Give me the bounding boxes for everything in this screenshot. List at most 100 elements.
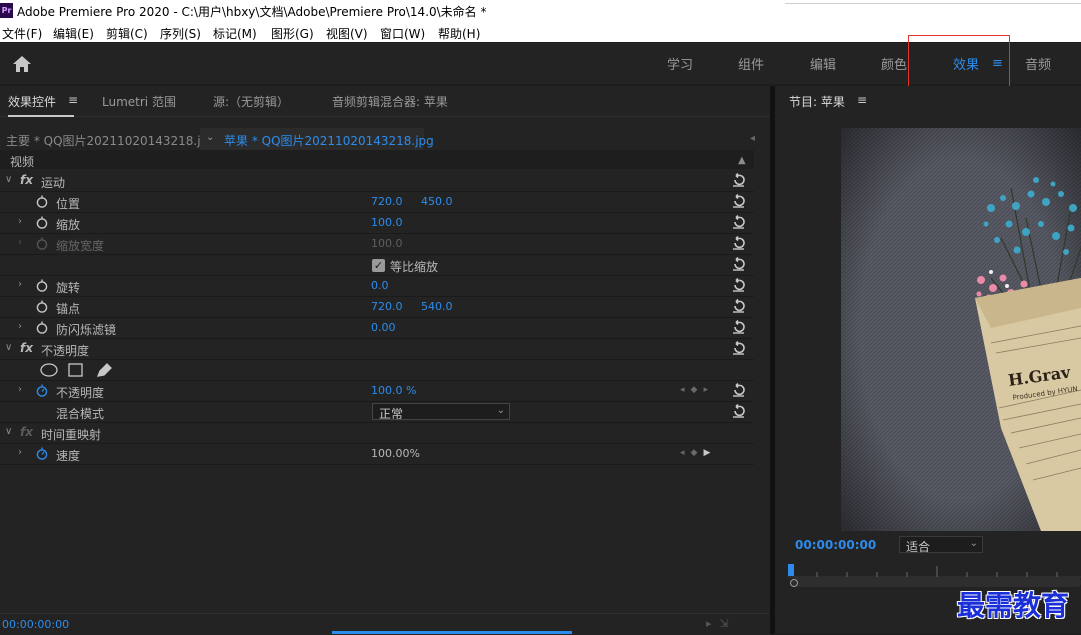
fit-zoom-dropdown[interactable]: 适合 ⌄ (899, 536, 983, 554)
menu-help[interactable]: 帮助(H) (438, 25, 480, 42)
monitor-menu-icon[interactable]: ≡ (857, 93, 867, 107)
anti-flicker-value[interactable]: 0.00 (371, 321, 396, 334)
anchor-y-value[interactable]: 540.0 (421, 300, 453, 313)
property-anti-flicker-row: › 防闪烁滤镜 0.00 (0, 318, 754, 339)
program-monitor-viewer[interactable]: H.Grav Produced by HYUN (841, 128, 1081, 531)
reset-icon[interactable] (732, 257, 745, 271)
tab-source[interactable]: 源:（无剪辑） (213, 93, 289, 110)
window-title: Adobe Premiere Pro 2020 - C:\用户\hbxy\文档\… (17, 5, 487, 19)
stopwatch-icon[interactable] (36, 279, 48, 292)
effect-opacity-row[interactable]: ∨ fx 不透明度 (0, 339, 754, 360)
collapse-chevron-icon[interactable]: ∨ (5, 342, 12, 353)
uniform-scale-checkbox[interactable]: ✓ (372, 259, 385, 272)
property-position-row: 位置 720.0 450.0 (0, 192, 754, 213)
opacity-value[interactable]: 100.0 % (371, 384, 416, 397)
stopwatch-icon[interactable] (36, 321, 48, 334)
tab-audio-clip-mixer[interactable]: 音频剪辑混合器: 苹果 (332, 93, 448, 110)
sequence-clip-label[interactable]: 苹果 * QQ图片20211020143218.jpg (224, 132, 434, 149)
program-timecode[interactable]: 00:00:00:00 (795, 538, 876, 552)
keyframe-navigator[interactable]: ◂◆▶ (680, 448, 716, 458)
speed-value[interactable]: 100.00% (371, 447, 420, 460)
rotation-value[interactable]: 0.0 (371, 279, 389, 292)
reset-icon[interactable] (732, 278, 745, 292)
playhead-marker[interactable] (788, 564, 794, 576)
expand-chevron-icon[interactable]: › (18, 279, 22, 290)
master-clip-label[interactable]: 主要 * QQ图片20211020143218.jpg (6, 132, 216, 149)
chevron-down-icon[interactable]: ⌄ (206, 132, 214, 143)
menu-clip[interactable]: 剪辑(C) (106, 25, 148, 42)
scrollbar-handle[interactable] (790, 579, 798, 587)
expand-chevron-icon[interactable]: › (18, 321, 22, 332)
position-y-value[interactable]: 450.0 (421, 195, 453, 208)
ellipse-mask-icon (40, 363, 58, 377)
reset-icon[interactable] (732, 299, 745, 313)
reset-icon[interactable] (732, 194, 745, 208)
property-scale-row: › 缩放 100.0 (0, 213, 754, 234)
workspace-tab-assembly[interactable]: 组件 (738, 54, 764, 73)
property-opacity-row: › 不透明度 100.0 % ◂◆▸ (0, 381, 754, 402)
workspace-tab-learn[interactable]: 学习 (667, 54, 693, 73)
workspace-tab-editing[interactable]: 编辑 (810, 54, 836, 73)
menu-sequence[interactable]: 序列(S) (160, 25, 201, 42)
expand-chevron-icon[interactable]: › (18, 447, 22, 458)
reset-icon[interactable] (732, 215, 745, 229)
home-icon[interactable] (12, 55, 32, 73)
stopwatch-icon[interactable] (36, 384, 48, 397)
anchor-x-value[interactable]: 720.0 (371, 300, 403, 313)
property-scale-width-row: › 缩放宽度 100.0 (0, 234, 754, 255)
footer-icons[interactable]: ▸⇲ (706, 617, 737, 630)
timeline-toggle-icon[interactable]: ◂ (750, 133, 755, 144)
expand-chevron-icon[interactable]: › (18, 216, 22, 227)
reset-icon[interactable] (732, 320, 745, 334)
property-rotation-label: 旋转 (56, 281, 81, 295)
workspace-tab-color[interactable]: 颜色 (881, 54, 907, 73)
tab-menu-icon[interactable]: ≡ (68, 93, 78, 107)
scale-value[interactable]: 100.0 (371, 216, 403, 229)
blend-mode-value: 正常 (379, 407, 404, 421)
stopwatch-icon[interactable] (36, 447, 48, 460)
stopwatch-icon[interactable] (36, 216, 48, 229)
fit-zoom-value: 适合 (906, 540, 931, 554)
monitor-time-ruler[interactable] (787, 564, 1081, 578)
property-anchor-label: 锚点 (56, 302, 81, 316)
effect-time-remap-row[interactable]: ∨ fx 时间重映射 (0, 423, 754, 444)
property-position-label: 位置 (56, 197, 81, 211)
property-anti-flicker-label: 防闪烁滤镜 (56, 323, 117, 337)
premiere-app-icon: Pr (0, 3, 13, 18)
property-blend-mode-row: 混合模式 正常 ⌄ (0, 402, 754, 423)
reset-icon[interactable] (732, 173, 745, 187)
title-bar: Pr Adobe Premiere Pro 2020 - C:\用户\hbxy\… (0, 0, 1081, 23)
reset-icon[interactable] (732, 236, 745, 250)
position-x-value[interactable]: 720.0 (371, 195, 403, 208)
property-opacity-label: 不透明度 (56, 386, 105, 400)
collapse-chevron-icon[interactable]: ∨ (5, 426, 12, 437)
workspace-tab-audio[interactable]: 音频 (1025, 54, 1051, 73)
mask-tools-row (0, 360, 754, 381)
scroll-up-arrow-icon[interactable]: ▲ (738, 155, 746, 166)
menu-graphics[interactable]: 图形(G) (271, 25, 314, 42)
stopwatch-icon[interactable] (36, 300, 48, 313)
reset-icon[interactable] (732, 341, 745, 355)
effect-controls-timecode[interactable]: 00:00:00:00 (2, 618, 69, 631)
effect-opacity-label: 不透明度 (41, 344, 90, 358)
program-monitor-title[interactable]: 节目: 苹果 (789, 93, 845, 110)
effect-motion-row[interactable]: ∨ fx 运动 (0, 171, 754, 192)
reset-icon[interactable] (732, 404, 745, 418)
menu-marker[interactable]: 标记(M) (213, 25, 257, 42)
expand-chevron-icon[interactable]: › (18, 384, 22, 395)
collapse-chevron-icon[interactable]: ∨ (5, 174, 12, 185)
watermark-logo: 最需教育 (957, 589, 1070, 622)
menu-file[interactable]: 文件(F) (2, 25, 42, 42)
keyframe-navigator[interactable]: ◂◆▸ (680, 385, 714, 395)
menu-view[interactable]: 视图(V) (326, 25, 368, 42)
property-speed-row: › 速度 100.00% ◂◆▶ (0, 444, 754, 465)
tab-lumetri-scopes[interactable]: Lumetri 范围 (102, 93, 176, 110)
stopwatch-icon[interactable] (36, 195, 48, 208)
reset-icon[interactable] (732, 383, 745, 397)
blend-mode-dropdown[interactable]: 正常 ⌄ (372, 403, 510, 421)
menu-edit[interactable]: 编辑(E) (53, 25, 94, 42)
menu-window[interactable]: 窗口(W) (380, 25, 425, 42)
tab-effect-controls[interactable]: 效果控件 (8, 93, 75, 117)
fx-icon[interactable]: fx (20, 341, 33, 355)
fx-icon[interactable]: fx (20, 173, 33, 187)
